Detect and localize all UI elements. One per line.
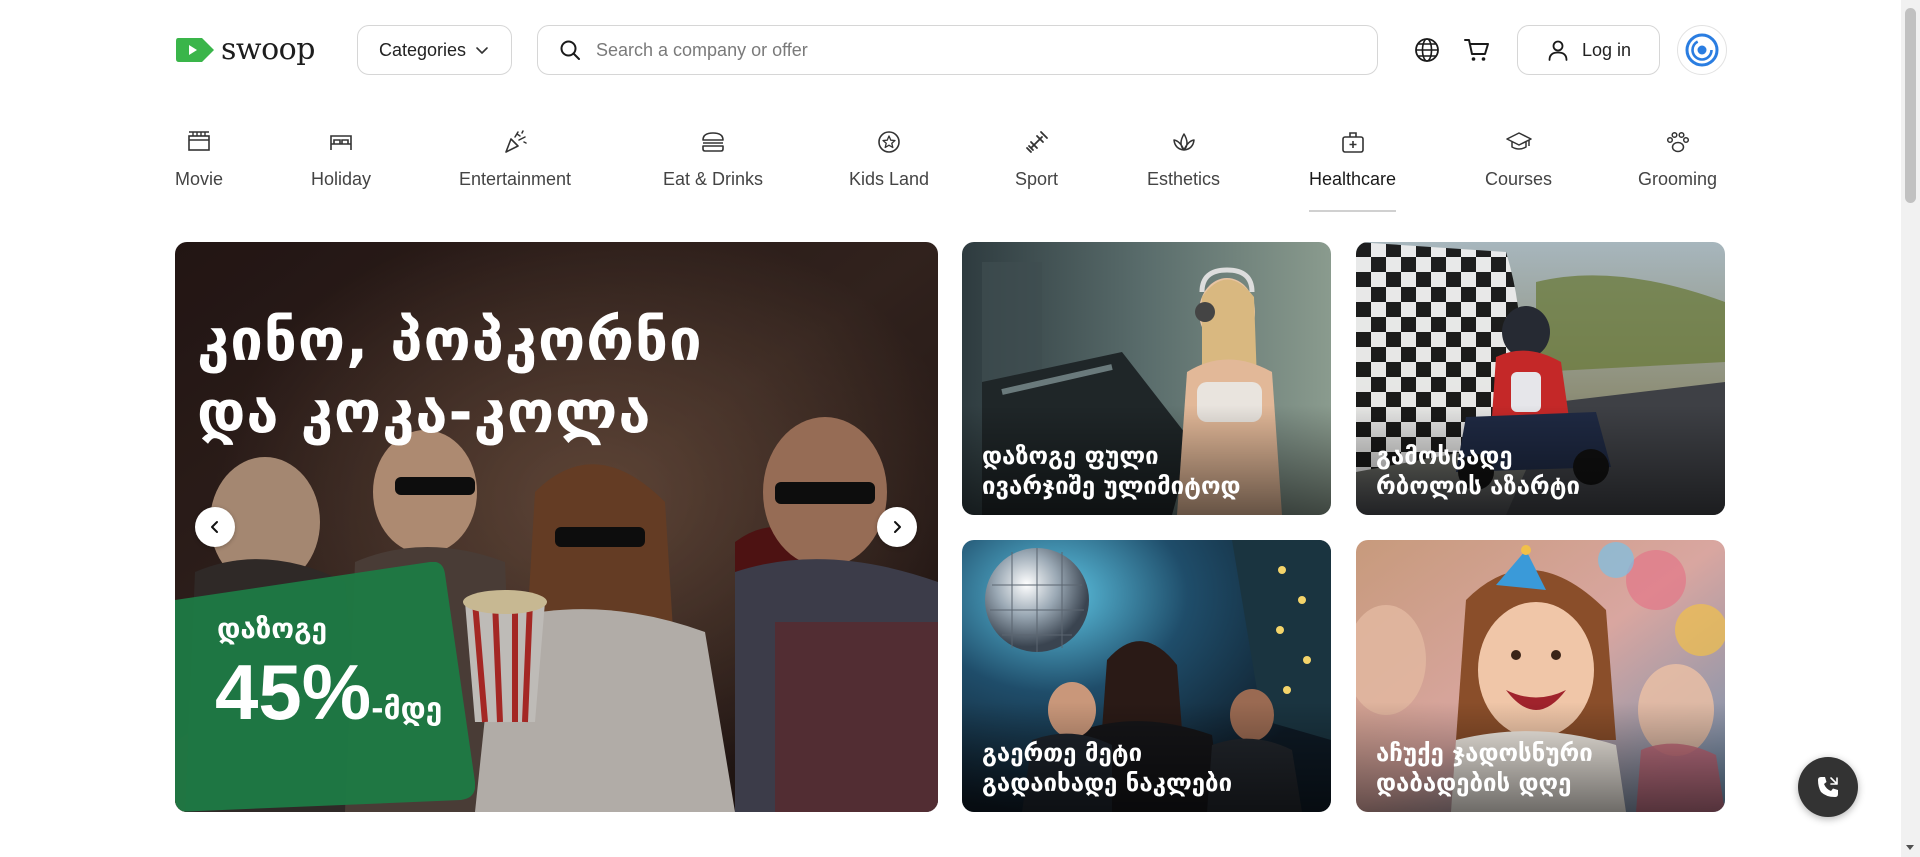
login-button[interactable]: Log in [1517, 25, 1660, 75]
category-holiday[interactable]: Holiday [311, 128, 371, 212]
category-eat-drinks[interactable]: Eat & Drinks [663, 128, 763, 212]
hero-title: კინო, პოპკორნი და კოკა-კოლა [197, 304, 703, 448]
category-esthetics[interactable]: Esthetics [1147, 128, 1220, 212]
tile-caption-line: გადაიხადე ნაკლები [982, 769, 1233, 797]
cart-button[interactable] [1462, 35, 1492, 65]
user-icon [1548, 40, 1568, 61]
assistant-swirl-icon [1685, 33, 1719, 67]
chevron-left-icon [211, 521, 218, 533]
category-nav: Movie Holiday Entertainment Eat & Drinks… [175, 128, 1726, 212]
search-icon [560, 40, 580, 60]
tile-caption-line: ივარჯიშე ულიმიტოდ [982, 472, 1241, 500]
discount-label: დაზოგე [217, 612, 328, 645]
category-sport[interactable]: Sport [1015, 128, 1058, 212]
promo-tile-gym[interactable]: დაზოგე ფული ივარჯიშე ულიმიტოდ [962, 242, 1331, 515]
scrollbar-thumb[interactable] [1905, 8, 1916, 203]
categories-button[interactable]: Categories [357, 25, 512, 75]
burger-icon [702, 132, 724, 152]
party-popper-icon [505, 130, 527, 153]
login-label: Log in [1581, 39, 1632, 60]
category-courses[interactable]: Courses [1485, 128, 1552, 212]
category-label: Entertainment [459, 169, 572, 189]
category-label: Kids Land [849, 169, 930, 189]
category-healthcare[interactable]: Healthcare [1309, 128, 1397, 212]
discount-suffix: -მდე [371, 692, 443, 727]
tile-caption: გამოსცადე რბოლის აზარტი [1376, 441, 1580, 501]
category-grooming[interactable]: Grooming [1638, 128, 1717, 212]
tile-caption-line: დაბადების დღე [1376, 769, 1572, 797]
tile-caption: გაერთე მეტი გადაიხადე ნაკლები [982, 738, 1232, 798]
category-label: Grooming [1638, 169, 1718, 189]
hero-banner[interactable]: კინო, პოპკორნი და კოკა-კოლა დაზოგე 45%-მ… [175, 242, 938, 812]
movie-icon [188, 131, 210, 151]
call-button[interactable] [1798, 757, 1858, 817]
tile-caption: აჩუქე ჯადოსნური დაბადების დღე [1376, 738, 1593, 798]
discount-value: 45%-მდე [215, 647, 442, 755]
category-entertainment[interactable]: Entertainment [459, 128, 571, 212]
categories-label: Categories [378, 39, 467, 60]
category-label: Holiday [311, 169, 372, 189]
tile-caption-line: რბოლის აზარტი [1376, 472, 1581, 500]
chevron-down-icon [476, 47, 488, 54]
medical-kit-icon [1341, 132, 1364, 153]
logo-text: swoop [221, 32, 315, 67]
category-movie[interactable]: Movie [175, 128, 223, 212]
scroll-down-arrow-icon[interactable] [1906, 845, 1914, 850]
search-input[interactable] [596, 39, 1356, 61]
star-badge-icon [878, 131, 900, 153]
logo-mark-icon [176, 38, 214, 62]
graduation-cap-icon [1505, 132, 1532, 150]
promo-tile-party[interactable]: გაერთე მეტი გადაიხადე ნაკლები [962, 540, 1331, 812]
assistant-button[interactable] [1677, 25, 1727, 75]
lotus-icon [1172, 133, 1195, 151]
hero-title-line: კინო, პოპკორნი [197, 306, 703, 374]
tile-caption-line: გამოსცადე [1376, 442, 1513, 470]
discount-percent: 45% [215, 648, 372, 736]
globe-icon [1415, 38, 1439, 62]
paw-icon [1666, 131, 1689, 153]
category-label: Sport [1015, 169, 1059, 189]
carousel-prev-button[interactable] [195, 507, 235, 547]
promo-tile-birthday[interactable]: აჩუქე ჯადოსნური დაბადების დღე [1356, 540, 1725, 812]
tile-caption-line: აჩუქე ჯადოსნური [1376, 739, 1593, 767]
phone-icon [1818, 777, 1838, 797]
search-bar[interactable] [537, 25, 1378, 75]
chevron-right-icon [894, 521, 901, 533]
category-label: Esthetics [1147, 169, 1221, 189]
tile-caption-line: დაზოგე ფული [982, 442, 1159, 470]
category-label: Courses [1485, 169, 1553, 189]
site-header: swoop Categories Log in [175, 25, 1727, 75]
tile-caption-line: გაერთე მეტი [982, 739, 1143, 767]
category-label: Eat & Drinks [663, 169, 764, 189]
category-label: Healthcare [1309, 169, 1397, 189]
hero-title-line: და კოკა-კოლა [197, 378, 652, 446]
tile-caption: დაზოგე ფული ივარჯიშე ულიმიტოდ [982, 441, 1241, 501]
language-button[interactable] [1412, 35, 1442, 65]
promo-tile-karting[interactable]: გამოსცადე რბოლის აზარტი [1356, 242, 1725, 515]
dumbbell-icon [1025, 131, 1048, 153]
page-scrollbar[interactable] [1901, 0, 1920, 857]
swoop-logo[interactable]: swoop [175, 34, 315, 66]
category-kids-land[interactable]: Kids Land [849, 128, 929, 212]
cart-icon [1464, 39, 1489, 61]
category-label: Movie [175, 169, 224, 189]
bed-icon [330, 135, 352, 150]
carousel-next-button[interactable] [877, 507, 917, 547]
